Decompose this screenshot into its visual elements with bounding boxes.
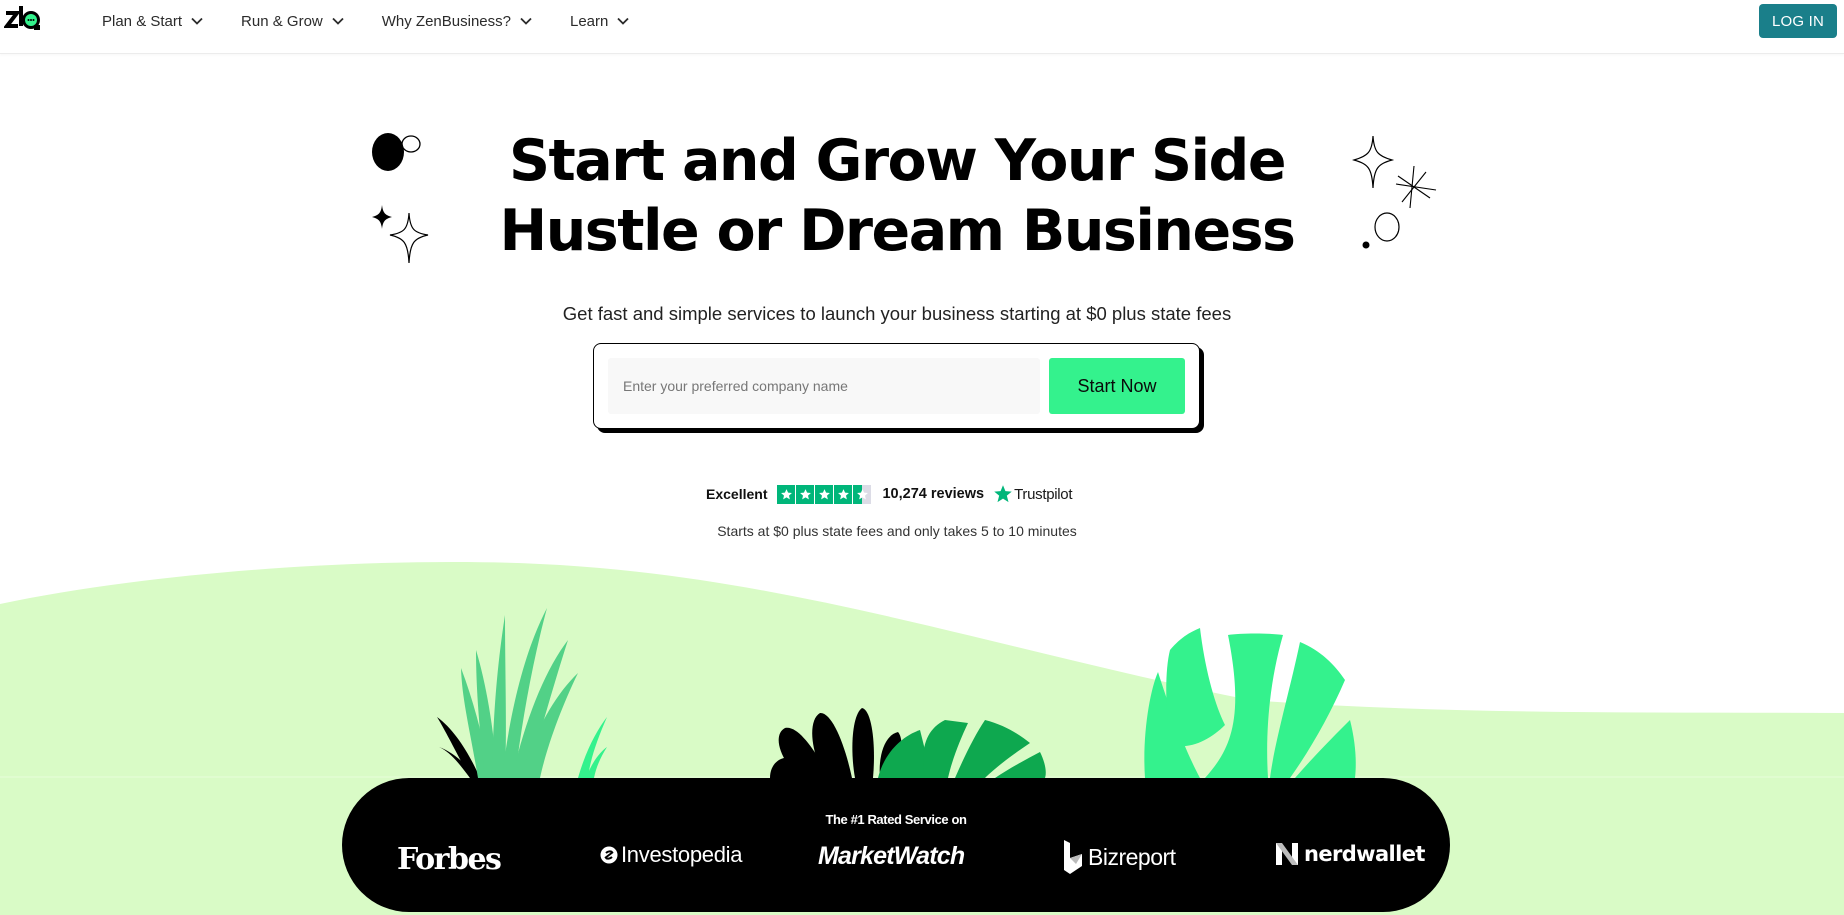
investopedia-mark-icon [600,846,618,864]
nav-label: Plan & Start [102,12,183,30]
headline-line-1: Start and Grow Your Side [509,128,1287,194]
monstera-plant [1144,628,1356,778]
trustpilot-brand: Trustpilot [1014,485,1073,503]
nerdwallet-mark-icon [1276,843,1298,865]
nerdwallet-logo: nerdwallet [1276,842,1425,866]
main-nav: Plan & Start Run & Grow Why ZenBusiness?… [102,0,667,42]
hero-headline: Start and Grow Your Side Hustle or Dream… [0,126,1794,266]
trustpilot-star-icon [994,485,1012,503]
hero-subtitle: Get fast and simple services to launch y… [562,303,1232,324]
login-button[interactable]: LOG IN [1759,4,1837,38]
chevron-down-icon [191,17,203,25]
press-logos-banner: The #1 Rated Service on Forbes Investope… [342,778,1450,912]
trustpilot-widget[interactable]: Excellent 10,274 reviews Trustpilot [706,484,1073,504]
forbes-logo-text: Forbes [397,842,502,877]
trustpilot-rating-label: Excellent [706,486,768,502]
review-count: 10,274 reviews [882,486,985,502]
bizreport-mark-icon [1064,840,1082,874]
investopedia-logo-text: Investopedia [621,842,743,867]
nav-run-and-grow[interactable]: Run & Grow [241,13,344,30]
chevron-down-icon [617,17,629,25]
star-icon [796,484,815,504]
bizreport-logo: Bizreport [1062,840,1176,874]
chevron-down-icon [520,17,532,25]
nav-plan-and-start[interactable]: Plan & Start [102,13,203,30]
nerdwallet-logo-text: nerdwallet [1304,842,1425,866]
chevron-down-icon [332,17,344,25]
marketwatch-logo: MarketWatch [818,842,965,871]
nav-label: Run & Grow [241,12,323,30]
marketwatch-logo-text: MarketWatch [818,842,965,870]
trustpilot-stars [777,484,872,504]
zenbusiness-logo[interactable] [4,4,42,34]
company-name-search-form: Start Now [593,343,1200,429]
star-icon [815,484,834,504]
star-icon [777,484,796,504]
company-name-input[interactable] [608,358,1040,414]
nav-why-zenbusiness[interactable]: Why ZenBusiness? [382,13,532,30]
nav-label: Learn [569,12,609,30]
bizreport-logo-text: Bizreport [1088,843,1176,870]
headline-line-2: Hustle or Dream Business [499,198,1296,264]
pricing-note: Starts at $0 plus state fees and only ta… [717,523,1077,539]
start-now-button[interactable]: Start Now [1049,358,1185,414]
press-title: The #1 Rated Service on [825,812,967,827]
star-icon [834,484,853,504]
forbes-logo: Forbes [397,842,502,877]
site-header: Plan & Start Run & Grow Why ZenBusiness?… [0,0,1844,54]
half-star-icon [853,484,872,504]
investopedia-logo: Investopedia [600,842,742,868]
nav-learn[interactable]: Learn [570,13,629,30]
nav-label: Why ZenBusiness? [381,12,511,30]
